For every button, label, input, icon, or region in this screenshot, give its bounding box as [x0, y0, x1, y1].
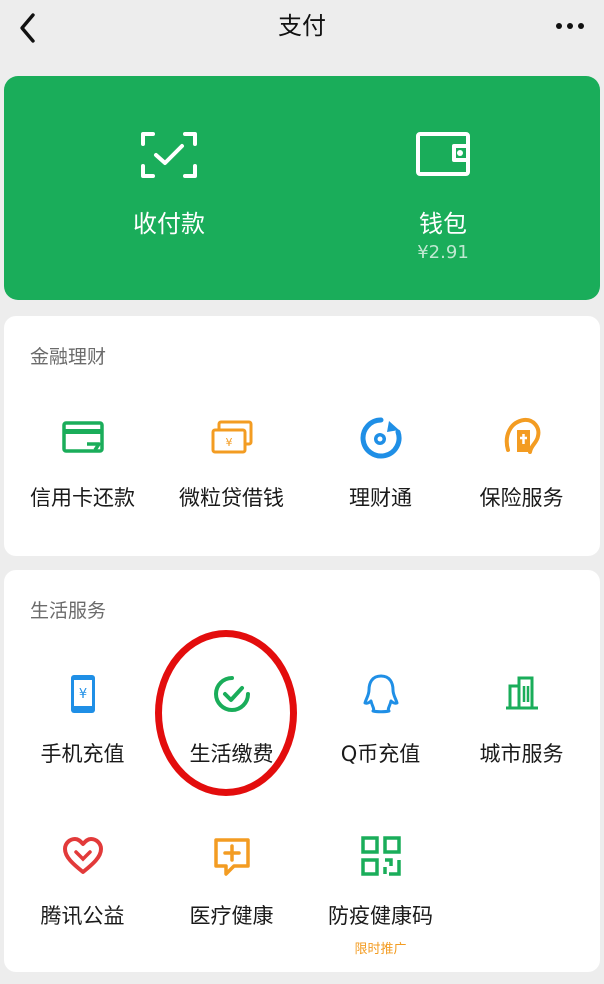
grid-item-qq-coin[interactable]: Q币充值	[306, 664, 455, 784]
medical-icon	[210, 834, 254, 878]
grid-item-label: 微粒贷借钱	[179, 486, 284, 510]
qq-coin-icon	[359, 672, 403, 716]
grid-item-label: 保险服务	[479, 486, 564, 510]
utility-payment-icon	[210, 672, 254, 716]
more-dot-icon	[556, 23, 562, 29]
grid-item-label: 信用卡还款	[30, 486, 135, 510]
collect-pay-label: 收付款	[133, 210, 205, 238]
svg-text:¥: ¥	[78, 687, 86, 702]
grid-item-label: 手机充值	[40, 742, 125, 766]
grid-item-tencent-charity[interactable]: 腾讯公益	[8, 826, 157, 946]
city-service-icon	[500, 672, 544, 716]
loan-icon: ¥	[210, 416, 254, 460]
page-title: 支付	[278, 12, 326, 40]
scan-collect-icon	[140, 130, 198, 184]
grid-item-weilidai-loan[interactable]: ¥ 微粒贷借钱	[157, 408, 306, 528]
life-services-section: 生活服务 ¥ 手机充值 生活缴费 Q币充值 城市服务 腾讯公益 医疗健康 防疫健…	[4, 570, 600, 972]
phone-topup-icon: ¥	[61, 672, 105, 716]
finance-section-title: 金融理财	[30, 346, 107, 368]
grid-item-label: Q币充值	[340, 742, 421, 766]
grid-item-label: 生活缴费	[189, 742, 274, 766]
grid-item-label: 防疫健康码	[328, 904, 433, 928]
health-code-icon	[359, 834, 403, 878]
payment-hero-card: 收付款 钱包 ¥2.91	[4, 76, 600, 300]
finance-section: 金融理财 信用卡还款 ¥ 微粒贷借钱 理财通 保险服务	[4, 316, 600, 556]
grid-item-mobile-topup[interactable]: ¥ 手机充值	[8, 664, 157, 784]
more-dot-icon	[578, 23, 584, 29]
more-options-button[interactable]	[550, 10, 590, 42]
wealth-icon	[359, 416, 403, 460]
grid-item-medical-health[interactable]: 医疗健康	[157, 826, 306, 946]
grid-item-label: 腾讯公益	[40, 904, 125, 928]
grid-item-credit-card-repay[interactable]: 信用卡还款	[8, 408, 157, 528]
grid-item-insurance[interactable]: 保险服务	[447, 408, 596, 528]
wallet-balance: ¥2.91	[417, 242, 469, 263]
insurance-icon	[500, 416, 544, 460]
wallet-button[interactable]: 钱包 ¥2.91	[294, 76, 592, 300]
grid-item-label: 城市服务	[479, 742, 564, 766]
wallet-icon	[414, 130, 472, 182]
promo-badge: 限时推广	[354, 942, 407, 957]
life-section-title: 生活服务	[30, 600, 107, 622]
grid-item-utility-payment[interactable]: 生活缴费	[157, 664, 306, 784]
grid-item-label: 医疗健康	[189, 904, 274, 928]
collect-pay-button[interactable]: 收付款	[20, 76, 318, 300]
credit-card-icon	[61, 416, 105, 460]
wallet-label: 钱包	[419, 210, 467, 238]
top-navigation-bar: 支付	[0, 0, 604, 56]
grid-item-city-service[interactable]: 城市服务	[447, 664, 596, 784]
charity-icon	[61, 834, 105, 878]
svg-text:¥: ¥	[225, 436, 232, 449]
grid-item-label: 理财通	[349, 486, 412, 510]
more-dot-icon	[567, 23, 573, 29]
grid-item-licaitong[interactable]: 理财通	[306, 408, 455, 528]
grid-item-health-code[interactable]: 防疫健康码 限时推广	[306, 826, 455, 957]
